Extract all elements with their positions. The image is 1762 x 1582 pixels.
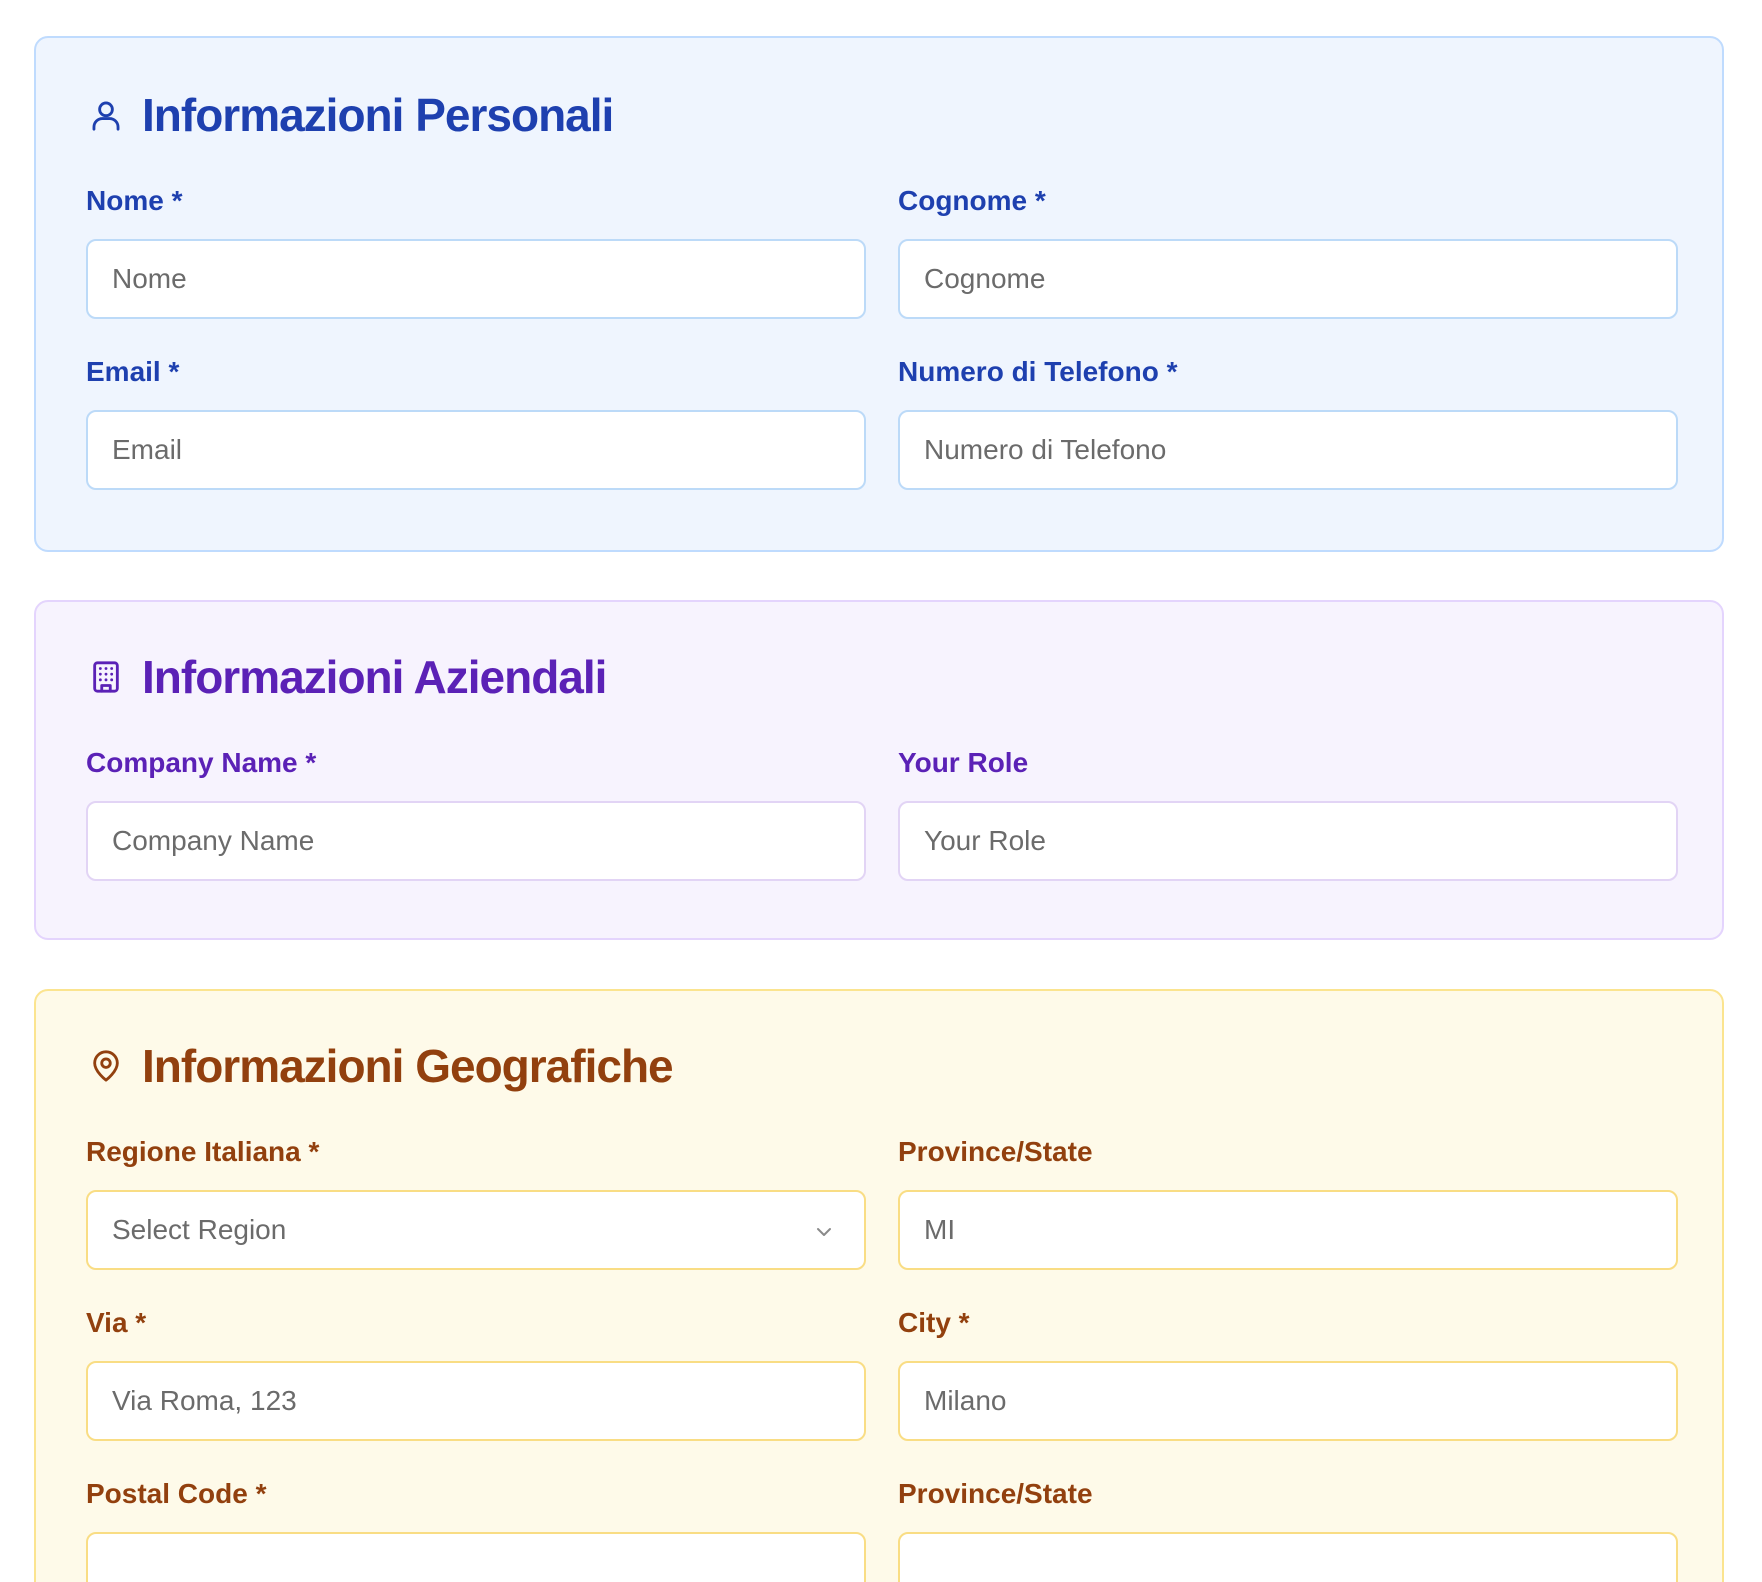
region-label: Regione Italiana * <box>86 1136 320 1167</box>
province-state-field: Province/State <box>898 1477 1678 1582</box>
last-name-field: Cognome * <box>898 184 1678 319</box>
postal-code-label: Postal Code * <box>86 1478 267 1509</box>
phone-field: Numero di Telefono * <box>898 355 1678 490</box>
role-field: Your Role <box>898 746 1678 881</box>
province-state-label: Province/State <box>898 1478 1093 1509</box>
via-input[interactable] <box>86 1361 866 1441</box>
map-pin-icon <box>86 1046 126 1086</box>
company-info-section: Informazioni Aziendali Company Name * Yo… <box>34 600 1724 940</box>
phone-label: Numero di Telefono * <box>898 356 1178 387</box>
personal-info-header: Informazioni Personali <box>86 88 1672 142</box>
first-name-field: Nome * <box>86 184 866 319</box>
company-name-field: Company Name * <box>86 746 866 881</box>
chevron-down-icon <box>812 1219 836 1243</box>
via-label: Via * <box>86 1307 147 1338</box>
section-title: Informazioni Personali <box>142 89 614 141</box>
region-select-value: Select Region <box>112 1214 287 1245</box>
last-name-label: Cognome * <box>898 185 1046 216</box>
building-icon <box>86 657 126 697</box>
first-name-label: Nome * <box>86 185 183 216</box>
postal-code-input[interactable] <box>86 1532 866 1582</box>
email-label: Email * <box>86 356 180 387</box>
role-input[interactable] <box>898 801 1678 881</box>
geo-info-header: Informazioni Geografiche <box>86 1039 1672 1093</box>
province-label: Province/State <box>898 1136 1093 1167</box>
section-title: Informazioni Geografiche <box>142 1040 674 1092</box>
role-label: Your Role <box>898 747 1029 778</box>
province-input[interactable] <box>898 1190 1678 1270</box>
section-title: Informazioni Aziendali <box>142 651 607 703</box>
first-name-input[interactable] <box>86 239 866 319</box>
province-state-input[interactable] <box>898 1532 1678 1582</box>
company-info-header: Informazioni Aziendali <box>86 650 1672 704</box>
company-name-label: Company Name * <box>86 747 317 778</box>
phone-input[interactable] <box>898 410 1678 490</box>
postal-code-field: Postal Code * <box>86 1477 866 1582</box>
via-field: Via * <box>86 1306 866 1441</box>
form-page: Informazioni Personali Nome * Cognome * … <box>0 0 1762 1582</box>
region-select[interactable]: Select Region <box>86 1190 866 1270</box>
personal-info-section: Informazioni Personali Nome * Cognome * … <box>34 36 1724 552</box>
last-name-input[interactable] <box>898 239 1678 319</box>
geo-info-section: Informazioni Geografiche Regione Italian… <box>34 989 1724 1582</box>
city-input[interactable] <box>898 1361 1678 1441</box>
city-label: City * <box>898 1307 970 1338</box>
email-input[interactable] <box>86 410 866 490</box>
user-icon <box>86 95 126 135</box>
region-field: Regione Italiana * Select Region <box>86 1135 866 1270</box>
email-field: Email * <box>86 355 866 490</box>
company-name-input[interactable] <box>86 801 866 881</box>
province-field: Province/State <box>898 1135 1678 1270</box>
city-field: City * <box>898 1306 1678 1441</box>
